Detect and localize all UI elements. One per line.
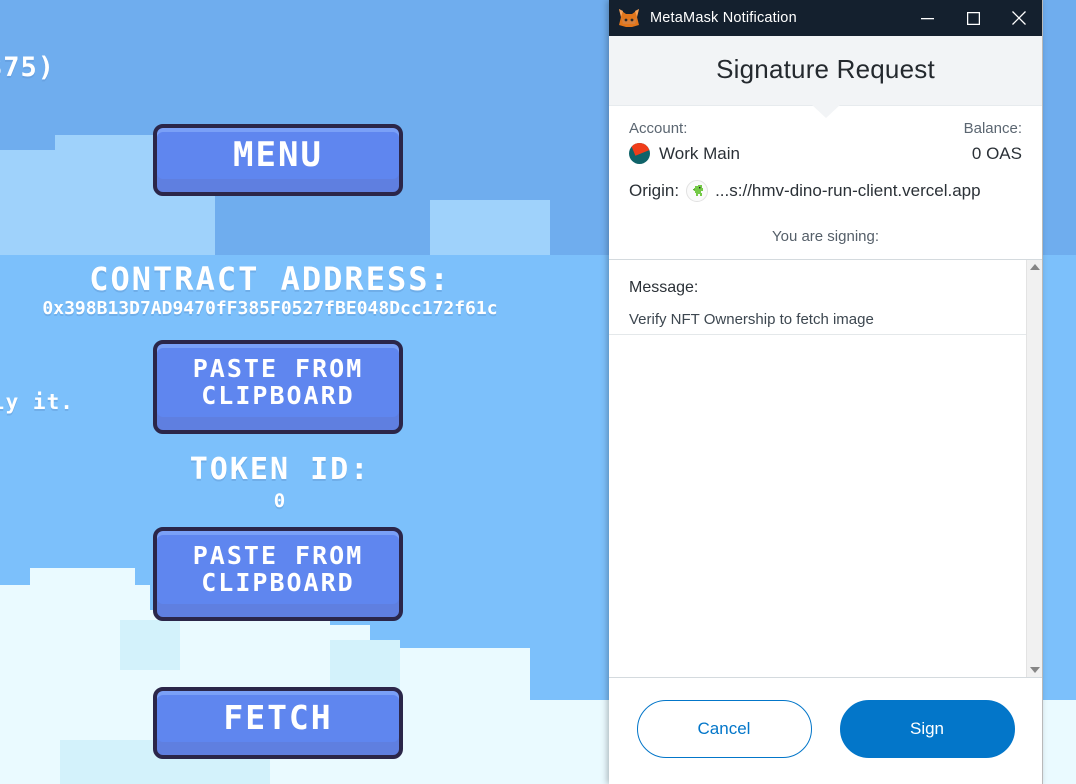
hint-text: ly it. xyxy=(0,390,74,414)
sign-button[interactable]: Sign xyxy=(839,700,1015,758)
cloud-block xyxy=(1042,700,1076,784)
balance-label: Balance: xyxy=(963,120,1022,137)
contract-address-value: 0x398B13D7AD9470fF385F0527fBE048Dcc172f6… xyxy=(42,298,498,319)
cloud-block xyxy=(430,700,610,784)
cloud-block xyxy=(430,200,550,255)
signing-message-body: Message: Verify NFT Ownership to fetch i… xyxy=(609,260,1026,677)
cancel-button[interactable]: Cancel xyxy=(636,700,812,758)
maximize-icon[interactable] xyxy=(950,0,996,36)
balance-value: 0 OAS xyxy=(971,143,1022,163)
paste-contract-address-button[interactable]: PASTE FROM CLIPBOARD xyxy=(153,340,403,434)
cloud-block xyxy=(30,568,135,592)
header-notch xyxy=(810,104,841,118)
metamask-notification-window: MetaMask Notification Signature Request … xyxy=(609,0,1043,784)
close-icon[interactable] xyxy=(996,0,1042,36)
menu-button[interactable]: MENU xyxy=(153,124,403,196)
fetch-button-label: FETCH xyxy=(223,698,333,738)
origin-url: ...s://hmv-dino-run-client.vercel.app xyxy=(715,181,981,200)
fetch-button[interactable]: FETCH xyxy=(153,687,403,759)
window-title: MetaMask Notification xyxy=(650,10,797,26)
action-footer: Cancel Sign xyxy=(609,678,1042,784)
metamask-fox-icon xyxy=(618,8,640,28)
token-id-label: TOKEN ID: xyxy=(189,452,371,487)
score-text: 875) xyxy=(0,52,56,83)
menu-button-label: MENU xyxy=(233,134,323,175)
origin-row: Origin: ...s://hmv-dino-run-client.verce… xyxy=(609,170,1042,202)
scroll-down-arrow-icon[interactable] xyxy=(1029,667,1040,673)
signing-note: You are signing: xyxy=(609,202,1042,260)
message-label: Message: xyxy=(629,279,699,296)
origin-label: Origin: xyxy=(629,181,680,200)
scroll-up-arrow-icon[interactable] xyxy=(1029,264,1040,270)
window-titlebar: MetaMask Notification xyxy=(609,0,1042,36)
message-scrollbar[interactable] xyxy=(1026,260,1042,677)
account-name: Work Main xyxy=(659,143,740,163)
dinosaur-icon xyxy=(686,180,709,202)
paste-token-id-button[interactable]: PASTE FROM CLIPBOARD xyxy=(153,527,403,621)
account-identicon-avatar xyxy=(629,143,650,164)
page-title: Signature Request xyxy=(716,54,935,84)
message-text: Verify NFT Ownership to fetch image xyxy=(629,311,874,328)
contract-address-label: CONTRACT ADDRESS: xyxy=(89,260,451,298)
paste-contract-address-button-label: PASTE FROM CLIPBOARD xyxy=(192,354,364,410)
token-id-value: 0 xyxy=(273,490,287,512)
account-label: Account: xyxy=(629,120,688,137)
minimize-icon[interactable] xyxy=(904,0,950,36)
cloud-block xyxy=(120,620,180,670)
message-divider xyxy=(609,334,1026,335)
signing-message-pane: Message: Verify NFT Ownership to fetch i… xyxy=(609,260,1042,678)
signature-request-header: Signature Request xyxy=(609,36,1042,118)
paste-token-id-button-label: PASTE FROM CLIPBOARD xyxy=(192,541,364,597)
